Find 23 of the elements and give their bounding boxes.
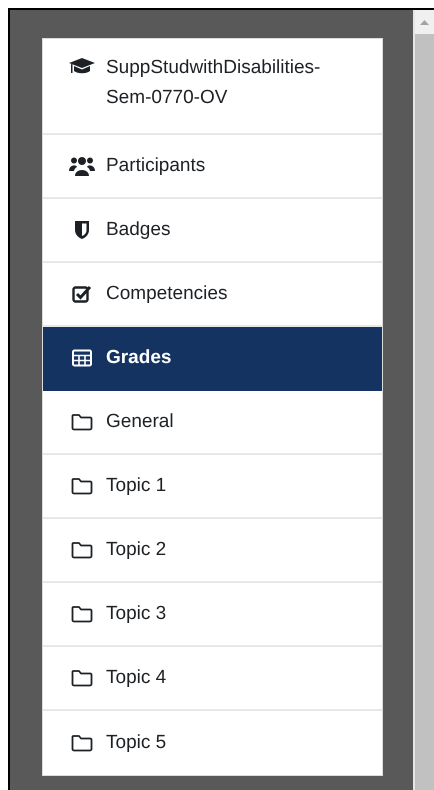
folder-icon xyxy=(71,605,93,623)
menu-item[interactable]: Topic 2 xyxy=(43,519,382,583)
menu-item[interactable]: Topic 1 xyxy=(43,455,382,519)
menu-item[interactable]: Participants xyxy=(43,135,382,199)
folder-icon xyxy=(71,669,93,687)
folder-icon xyxy=(71,413,93,431)
menu-item[interactable]: Grades xyxy=(43,327,382,391)
folder-icon xyxy=(71,477,93,495)
menu-item[interactable]: SuppStudwithDisabilities-Sem-0770-OV xyxy=(43,39,382,135)
menu-item[interactable]: Topic 3 xyxy=(43,583,382,647)
table-icon xyxy=(72,349,92,367)
menu-item[interactable]: Badges xyxy=(43,199,382,263)
menu-item[interactable]: Topic 4 xyxy=(43,647,382,711)
people-icon xyxy=(69,156,95,176)
scroll-up-button[interactable] xyxy=(415,10,434,34)
folder-icon xyxy=(71,541,93,559)
folder-icon xyxy=(71,734,93,752)
checkbox-icon xyxy=(72,284,92,304)
menu-item[interactable]: Topic 5 xyxy=(43,711,382,775)
scrollbar[interactable] xyxy=(413,10,434,790)
shield-icon xyxy=(74,220,90,240)
menu-item[interactable]: General xyxy=(43,391,382,455)
up-arrow-icon xyxy=(420,20,429,24)
